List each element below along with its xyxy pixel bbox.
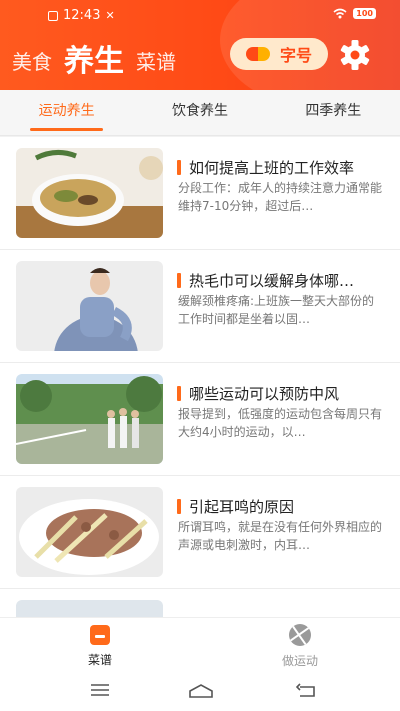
- article-desc: 分段工作：成年人的持续注意力通常能维持7-10分钟，超过后…: [178, 181, 383, 213]
- tab-exercise-health[interactable]: 运动养生: [0, 90, 133, 135]
- back-icon[interactable]: [296, 683, 316, 699]
- status-right: 100: [333, 8, 376, 19]
- battery-indicator: 100: [353, 8, 376, 19]
- list-item[interactable]: 如何提高上班的工作效率 分段工作：成年人的持续注意力通常能维持7-10分钟，超过…: [0, 137, 400, 250]
- notification-icon: [48, 10, 58, 21]
- article-thumbnail-soup: [16, 148, 163, 238]
- article-title-row: 引起耳鸣的原因: [177, 496, 387, 517]
- bottom-tab-label: 做运动: [281, 654, 318, 668]
- title-accent-bar: [177, 160, 181, 175]
- category-tabs: 运动养生 饮食养生 四季养生: [0, 90, 400, 136]
- recipe-book-icon: [90, 625, 110, 645]
- title-accent-bar: [177, 499, 181, 514]
- font-size-icon: [245, 47, 270, 61]
- list-item[interactable]: 热毛巾可以缓解身体哪… 缓解颈椎疼痛:上班族一整天大部份的工作时间都是坐着以固…: [0, 250, 400, 363]
- font-size-label: 字号: [279, 46, 312, 65]
- bottom-tab-recipes[interactable]: 菜谱: [0, 618, 200, 675]
- app-header: 12:43 ✕ 100 美食 养生 菜谱 字号: [0, 0, 400, 90]
- ball-icon: [289, 624, 311, 646]
- top-tab-recipes[interactable]: 菜谱: [136, 46, 176, 78]
- menu-icon[interactable]: [90, 683, 110, 697]
- status-left: 12:43 ✕: [48, 8, 115, 23]
- article-desc: 缓解颈椎疼痛:上班族一整天大部份的工作时间都是坐着以固…: [178, 294, 375, 326]
- top-tab-food[interactable]: 美食: [12, 46, 52, 78]
- top-nav: 美食 养生 菜谱: [12, 34, 176, 78]
- bottom-tab-exercise[interactable]: 做运动: [200, 618, 400, 675]
- title-accent-bar: [177, 386, 181, 401]
- article-thumbnail-walking: [16, 374, 163, 464]
- article-list: 如何提高上班的工作效率 分段工作：成年人的持续注意力通常能维持7-10分钟，超过…: [0, 137, 400, 617]
- article-thumbnail-partial: [16, 600, 163, 617]
- list-item-partial[interactable]: [0, 589, 400, 617]
- article-title-row: 如何提高上班的工作效率: [177, 157, 387, 178]
- bottom-tab-label: 菜谱: [87, 653, 112, 667]
- wifi-icon: [333, 8, 347, 19]
- article-title: 热毛巾可以缓解身体哪…: [189, 272, 355, 290]
- article-title: 哪些运动可以预防中风: [189, 385, 340, 403]
- list-item[interactable]: 哪些运动可以预防中风 报导提到，低强度的运动包含每周只有大约4小时的运动，以…: [0, 363, 400, 476]
- article-thumbnail-stir-fry: [16, 487, 163, 577]
- usb-icon: ✕: [105, 9, 115, 22]
- list-item[interactable]: 引起耳鸣的原因 所谓耳鸣，就是在没有任何外界相应的声源或电刺激时，内耳…: [0, 476, 400, 589]
- system-nav-bar: [0, 675, 400, 711]
- status-time: 12:43: [63, 8, 101, 23]
- home-icon[interactable]: [188, 683, 214, 699]
- article-title: 引起耳鸣的原因: [189, 498, 295, 516]
- article-desc: 所谓耳鸣，就是在没有任何外界相应的声源或电刺激时，内耳…: [178, 520, 383, 552]
- tab-seasonal-health[interactable]: 四季养生: [267, 90, 400, 135]
- article-title-row: 热毛巾可以缓解身体哪…: [177, 270, 387, 291]
- article-title: 如何提高上班的工作效率: [189, 159, 355, 177]
- article-thumbnail-back-pain: [16, 261, 163, 351]
- font-size-button[interactable]: 字号: [230, 38, 328, 70]
- title-accent-bar: [177, 273, 181, 288]
- article-desc: 报导提到，低强度的运动包含每周只有大约4小时的运动，以…: [178, 407, 383, 439]
- top-tab-health[interactable]: 养生: [64, 46, 124, 78]
- tab-diet-health[interactable]: 饮食养生: [133, 90, 266, 135]
- article-title-row: 哪些运动可以预防中风: [177, 383, 387, 404]
- bottom-nav: 菜谱 做运动: [0, 617, 400, 675]
- status-bar: 12:43 ✕ 100: [0, 6, 400, 26]
- settings-gear-icon[interactable]: [338, 38, 372, 72]
